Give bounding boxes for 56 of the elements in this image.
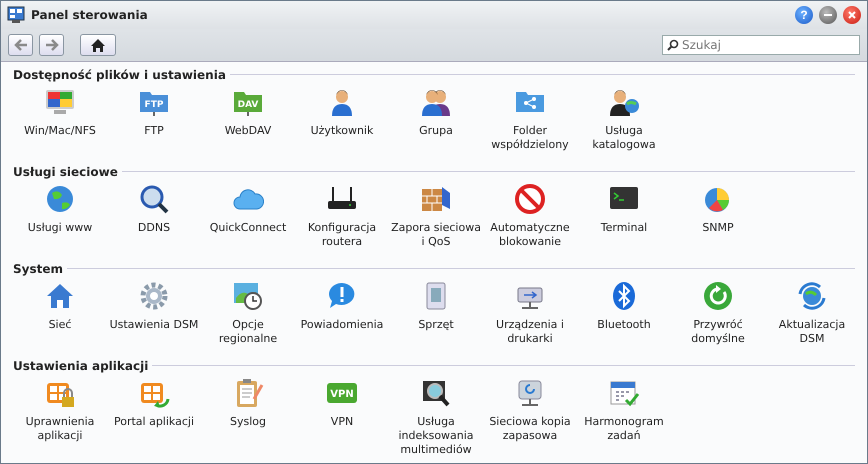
control-panel-item[interactable]: Sieciowa kopia zapasowa bbox=[483, 374, 577, 457]
blocked-icon bbox=[514, 183, 546, 215]
section-title: Usługi sieciowe bbox=[13, 164, 118, 178]
forward-arrow-icon bbox=[44, 39, 58, 51]
control-panel-item[interactable]: Usługa indeksowania multimediów bbox=[389, 374, 483, 457]
control-panel-item[interactable]: VPN VPN bbox=[295, 374, 389, 457]
close-button[interactable] bbox=[843, 6, 861, 24]
control-panel-item[interactable]: Przywróć domyślne bbox=[671, 277, 765, 357]
control-panel-item[interactable]: Terminal bbox=[577, 180, 671, 260]
control-panel-item[interactable]: Automatyczne blokowanie bbox=[483, 180, 577, 260]
control-panel-item[interactable]: Usługi www bbox=[13, 180, 107, 260]
control-panel-item[interactable]: DDNS bbox=[107, 180, 201, 260]
control-panel-item[interactable]: Usługa katalogowa bbox=[577, 83, 671, 163]
section-title: Ustawienia aplikacji bbox=[13, 358, 148, 372]
forward-button[interactable] bbox=[39, 34, 64, 56]
control-panel-item[interactable]: SNMP bbox=[671, 180, 765, 260]
map-clock-icon bbox=[232, 280, 264, 312]
control-panel-item[interactable]: FTP FTP bbox=[107, 83, 201, 163]
control-panel-item[interactable]: DAV WebDAV bbox=[201, 83, 295, 163]
control-panel-item[interactable]: Bluetooth bbox=[577, 277, 671, 357]
control-panel-item[interactable]: Powiadomienia bbox=[295, 277, 389, 357]
control-panel-item[interactable]: QuickConnect bbox=[201, 180, 295, 260]
update-globe-icon bbox=[796, 280, 828, 312]
section-title: Dostępność plików i ustawienia bbox=[13, 68, 226, 82]
control-panel-item[interactable]: Urządzenia i drukarki bbox=[483, 277, 577, 357]
search-icon bbox=[667, 39, 679, 51]
control-panel-item[interactable]: Harmonogram zadań bbox=[577, 374, 671, 457]
control-panel-item[interactable]: Uprawnienia aplikacji bbox=[13, 374, 107, 457]
search-field[interactable]: Szukaj bbox=[662, 35, 860, 55]
control-panel-item[interactable]: Portal aplikacji bbox=[107, 374, 201, 457]
minimize-icon bbox=[824, 11, 832, 19]
control-panel-item[interactable]: Zapora sieciowa i QoS bbox=[389, 180, 483, 260]
control-panel-item[interactable]: Konfiguracja routera bbox=[295, 180, 389, 260]
gear-icon bbox=[138, 280, 170, 312]
control-panel-item[interactable]: Folder współdzielony bbox=[483, 83, 577, 163]
control-panel-item[interactable]: Użytkownik bbox=[295, 83, 389, 163]
close-icon bbox=[848, 11, 856, 19]
control-panel-item[interactable]: Syslog bbox=[201, 374, 295, 457]
control-panel-item[interactable]: Sprzęt bbox=[389, 277, 483, 357]
restore-icon bbox=[702, 280, 734, 312]
control-panel-item[interactable]: Opcje regionalne bbox=[201, 277, 295, 357]
control-panel-icon bbox=[7, 6, 25, 24]
home-icon bbox=[90, 38, 106, 52]
home-button[interactable] bbox=[80, 34, 116, 56]
back-button[interactable] bbox=[8, 34, 33, 56]
magnifier-icon bbox=[138, 183, 170, 215]
control-panel-item[interactable]: Aktualizacja DSM bbox=[765, 277, 859, 357]
control-panel-item[interactable]: Grupa bbox=[389, 83, 483, 163]
control-panel-item[interactable]: Sieć bbox=[13, 277, 107, 357]
section-title: System bbox=[13, 262, 63, 276]
globe-icon bbox=[44, 183, 76, 215]
control-panel-item[interactable]: Ustawienia DSM bbox=[107, 277, 201, 357]
control-panel-item[interactable]: Win/Mac/NFS bbox=[13, 83, 107, 163]
back-arrow-icon bbox=[14, 39, 28, 51]
minimize-button[interactable] bbox=[819, 6, 837, 24]
window-title: Panel sterowania bbox=[31, 8, 149, 22]
